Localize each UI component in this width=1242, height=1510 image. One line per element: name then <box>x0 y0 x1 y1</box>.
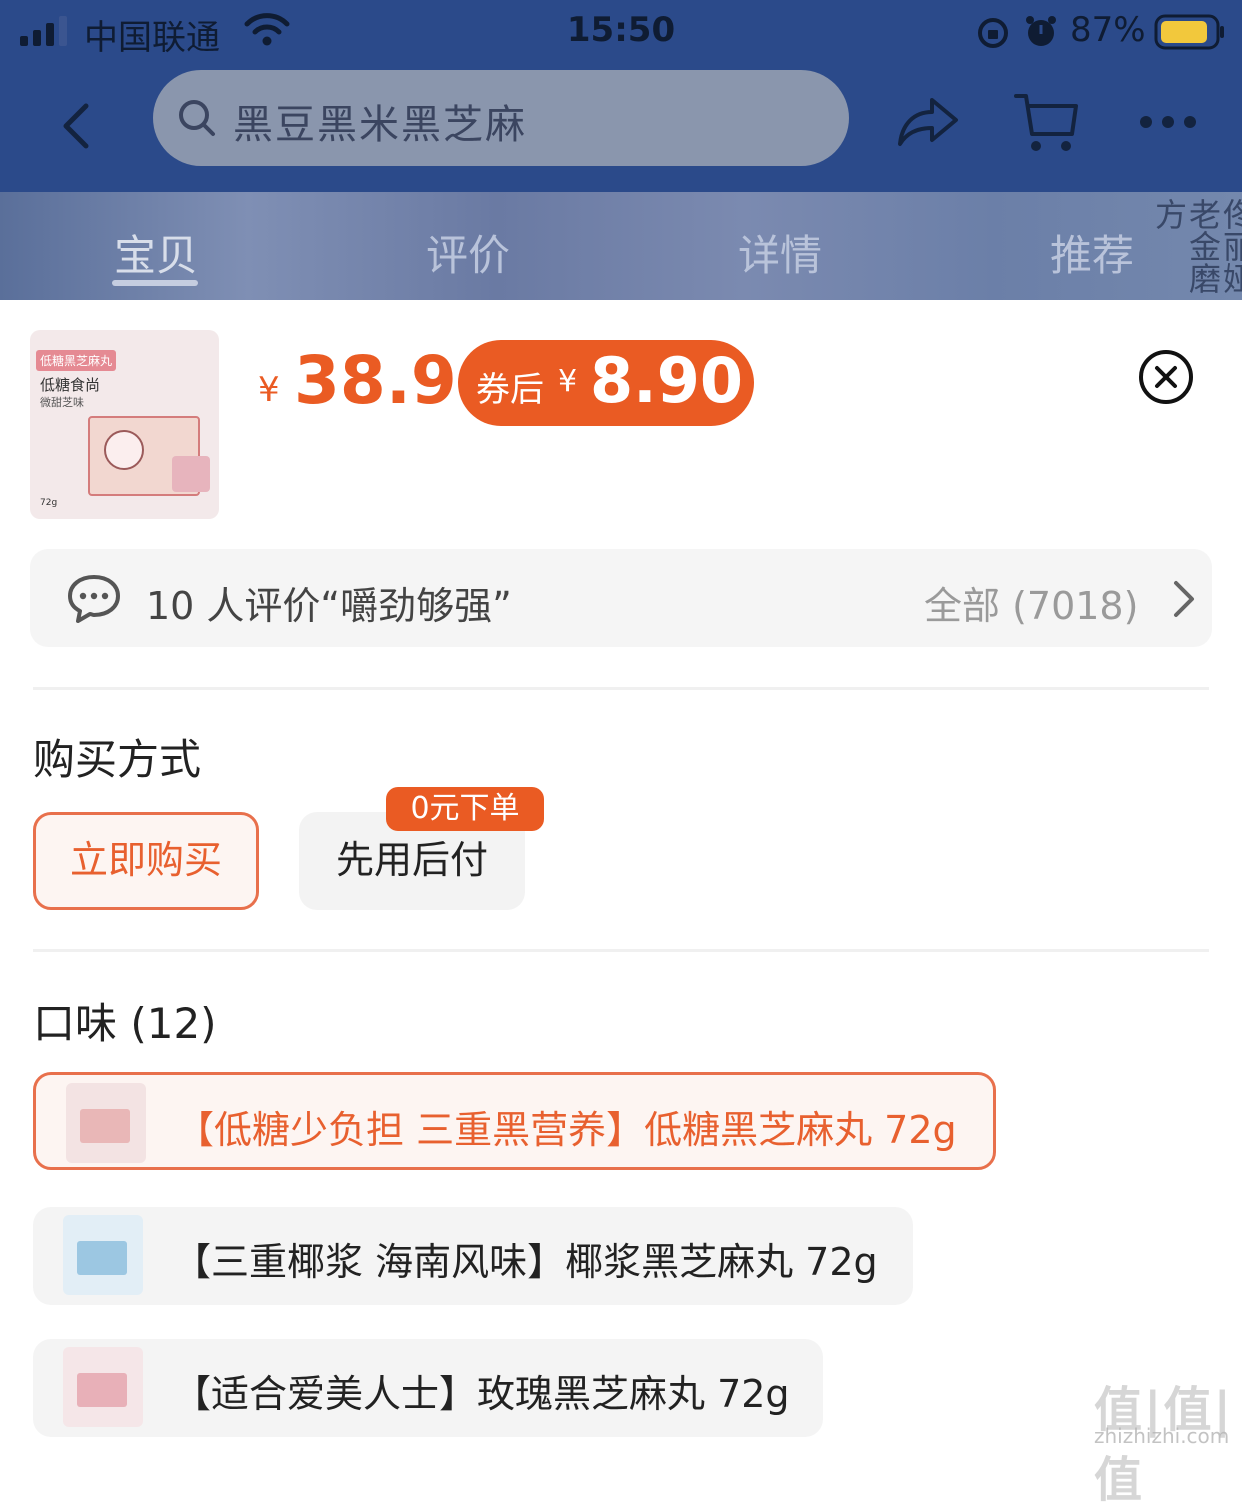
thumb-title: 低糖食尚 <box>40 376 101 394</box>
product-thumbnail[interactable]: 低糖黑芝麻丸 低糖食尚 微甜芝味 72g <box>30 330 219 519</box>
tab-details[interactable]: 详情 <box>738 222 822 283</box>
product-tab-strip: 宝贝 评价 详情 推荐 佟丽娅老金磨方 <box>0 192 1242 300</box>
price-currency: ¥ <box>258 370 280 410</box>
thumb-subtitle: 微甜芝味 <box>40 396 84 409</box>
flavor-thumbnail-box <box>77 1241 127 1275</box>
watermark-url: zhizhizhi.com <box>1094 1424 1230 1448</box>
coupon-price: 8.90 <box>590 344 743 417</box>
flavor-label: 【适合爱美人士】玫瑰黑芝麻丸 72g <box>173 1372 790 1416</box>
comment-icon <box>68 575 120 623</box>
flavor-thumbnail-box <box>80 1109 130 1143</box>
flavor-section-title: 口味 (12) <box>33 999 217 1048</box>
close-button[interactable] <box>1139 350 1193 404</box>
coupon-label: 券后 <box>476 370 544 410</box>
purchase-method-title: 购买方式 <box>33 735 202 784</box>
search-placeholder: 黑豆黑米黑芝麻 <box>233 102 527 148</box>
sku-selection-sheet: 低糖黑芝麻丸 低糖食尚 微甜芝味 72g ¥ 38.9 券后 ¥ 8.90 10… <box>0 300 1242 1451</box>
active-tab-indicator <box>112 280 198 286</box>
tab-reviews[interactable]: 评价 <box>426 222 510 283</box>
more-icon[interactable] <box>1138 114 1198 130</box>
flavor-option-rose[interactable]: 【适合爱美人士】玫瑰黑芝麻丸 72g <box>33 1339 823 1437</box>
status-bar: 中国联通 15:50 87% <box>0 0 1242 66</box>
thumb-badge: 低糖黑芝麻丸 <box>36 350 117 371</box>
divider <box>33 949 1209 952</box>
flavor-thumbnail-box <box>77 1373 127 1407</box>
coupon-currency: ¥ <box>558 364 578 399</box>
thumb-package-emblem <box>104 430 144 470</box>
share-icon[interactable] <box>896 94 960 150</box>
flavor-label: 【三重椰浆 海南风味】椰浆黑芝麻丸 72g <box>173 1240 878 1284</box>
battery-percentage: 87% <box>1070 10 1146 50</box>
review-summary-bar[interactable]: 10 人评价“嚼劲够强” 全部 (7018) <box>30 549 1212 647</box>
battery-icon <box>1154 14 1224 50</box>
cart-icon[interactable] <box>1012 90 1080 156</box>
back-icon[interactable] <box>56 102 96 150</box>
review-summary-text: 10 人评价“嚼劲够强” <box>146 584 512 628</box>
flavor-label: 【低糖少负担 三重黑营养】低糖黑芝麻丸 72g <box>176 1108 957 1152</box>
thumb-package-pouch <box>172 456 210 492</box>
flavor-thumbnail <box>63 1215 143 1295</box>
tab-recommend[interactable]: 推荐 <box>1050 222 1134 283</box>
divider <box>33 687 1209 690</box>
banner-brand-text: 佟丽娅老金磨方 <box>1150 198 1242 294</box>
flavor-thumbnail <box>66 1083 146 1163</box>
review-all-count[interactable]: 全部 (7018) <box>924 575 1138 630</box>
zero-order-badge: 0元下单 <box>386 787 544 831</box>
alarm-icon <box>1026 16 1056 46</box>
price-value: 38.9 <box>294 342 457 419</box>
close-icon <box>1155 366 1177 388</box>
thumb-weight: 72g <box>40 498 58 508</box>
buy-now-option[interactable]: 立即购买 <box>33 812 259 910</box>
flavor-option-low-sugar[interactable]: 【低糖少负担 三重黑营养】低糖黑芝麻丸 72g <box>33 1072 996 1170</box>
search-input[interactable]: 黑豆黑米黑芝麻 <box>153 70 849 166</box>
search-icon <box>179 100 215 136</box>
chevron-right-icon <box>1174 581 1194 617</box>
flavor-option-coconut[interactable]: 【三重椰浆 海南风味】椰浆黑芝麻丸 72g <box>33 1207 913 1305</box>
nav-bar: 黑豆黑米黑芝麻 <box>0 66 1242 192</box>
flavor-thumbnail <box>63 1347 143 1427</box>
tab-item[interactable]: 宝贝 <box>114 222 198 283</box>
coupon-price-badge: 券后 ¥ 8.90 <box>458 340 754 426</box>
orientation-lock-icon <box>978 18 1008 48</box>
